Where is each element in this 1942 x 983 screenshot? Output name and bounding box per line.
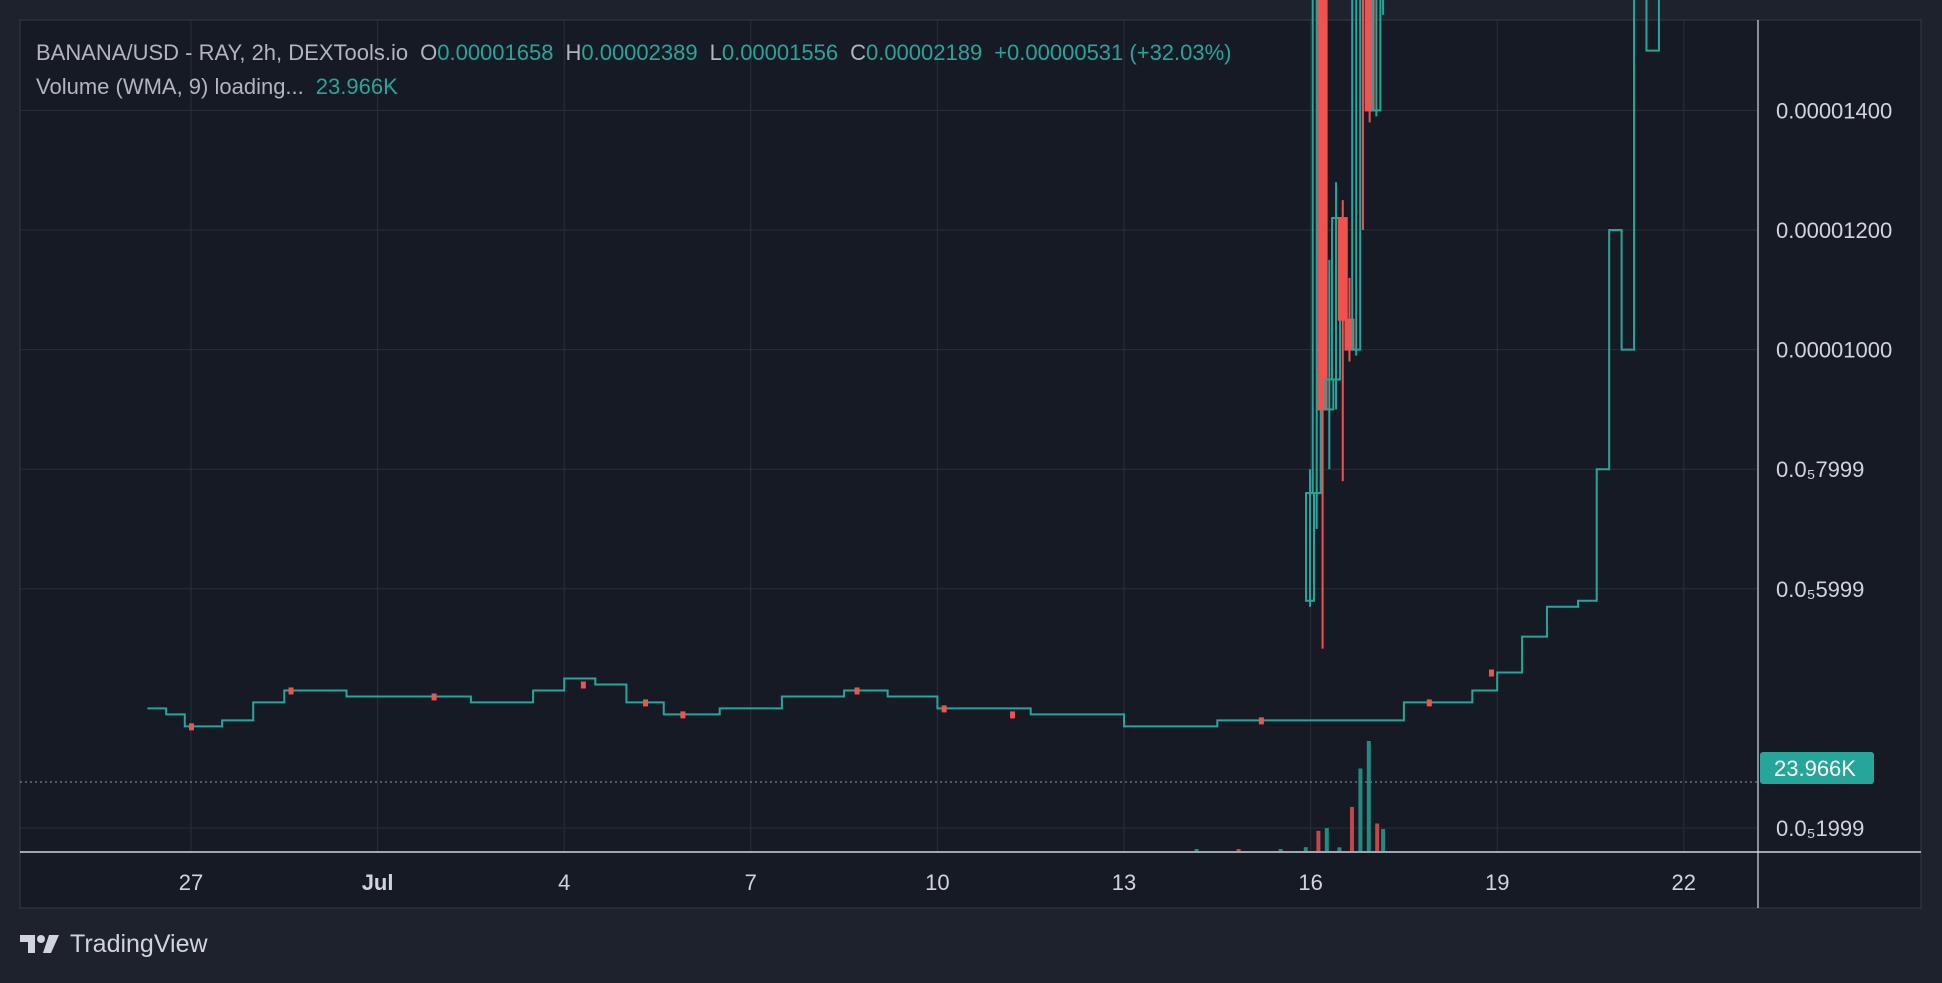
down-candle-small: [1488, 669, 1494, 677]
open-label: O: [420, 40, 438, 65]
volume-legend: Volume (WMA, 9) loading... 23.966K: [36, 70, 1232, 104]
down-candle-small: [1010, 711, 1016, 719]
candle-body: [1317, 0, 1328, 411]
price-axis-label: 0.0₅5999: [1776, 577, 1864, 602]
time-axis-label: 19: [1485, 870, 1509, 895]
tradingview-brand[interactable]: TradingView: [20, 926, 208, 962]
time-axis-label: 27: [179, 870, 203, 895]
chart-pane: [20, 20, 1921, 908]
time-axis-label: Jul: [362, 870, 394, 895]
change-value: +0.00000531 (+32.03%): [994, 40, 1232, 65]
down-candle-small: [941, 705, 947, 713]
close-label: C: [850, 40, 866, 65]
volume-bar: [1316, 830, 1321, 851]
down-candle-small: [580, 681, 586, 689]
volume-label: Volume (WMA, 9) loading...: [36, 74, 304, 99]
low-value: 0.00001556: [721, 40, 839, 65]
time-axis-label: 13: [1112, 870, 1136, 895]
time-axis-label: 16: [1298, 870, 1322, 895]
time-axis-label: 4: [558, 870, 570, 895]
symbol-label: BANANA/USD - RAY, 2h, DEXTools.io: [36, 40, 409, 65]
time-axis-label: 10: [925, 870, 949, 895]
volume-badge-label: 23.966K: [1774, 756, 1856, 781]
time-axis-label: 22: [1672, 870, 1696, 895]
volume-bar: [1236, 849, 1241, 851]
close-value: 0.00002189: [865, 40, 983, 65]
down-candle-small: [1258, 717, 1264, 725]
volume-bar: [1337, 847, 1342, 851]
down-candle-small: [643, 699, 649, 707]
brand-label: TradingView: [70, 929, 208, 958]
ohlc-legend: BANANA/USD - RAY, 2h, DEXTools.io O0.0000…: [36, 36, 1232, 70]
volume-bar: [1375, 823, 1380, 851]
down-candle-small: [288, 687, 294, 695]
price-axis-label: 0.0₅1999: [1776, 816, 1864, 841]
volume-bar: [1194, 849, 1199, 851]
down-candle-small: [189, 723, 194, 731]
volume-bar: [1358, 768, 1363, 851]
chart-container[interactable]: 0.000028000.000026000.000024000.00002000…: [0, 0, 1942, 978]
volume-bar: [1303, 847, 1308, 851]
candle-body: [1337, 217, 1348, 321]
volume-bar: [1350, 807, 1354, 851]
volume-value: 23.966K: [315, 74, 398, 99]
open-value: 0.00001658: [437, 40, 554, 65]
down-candle-small: [854, 687, 860, 695]
volume-bar: [1366, 741, 1371, 851]
price-axis-label: 0.00001000: [1776, 338, 1892, 363]
low-label: L: [709, 40, 722, 65]
price-axis-label: 0.00001600: [1776, 0, 1892, 4]
tradingview-logo-icon: [20, 935, 59, 953]
down-candle-small: [680, 711, 686, 719]
high-value: 0.00002389: [581, 40, 698, 65]
price-chart[interactable]: 0.000028000.000026000.000024000.00002000…: [0, 0, 1942, 978]
volume-bar: [1381, 829, 1386, 851]
high-label: H: [565, 40, 582, 65]
down-candle-small: [1426, 699, 1432, 707]
price-axis-label: 0.00001200: [1776, 218, 1892, 243]
down-candle-small: [431, 693, 437, 701]
volume-bar: [1324, 828, 1329, 851]
chart-legend: BANANA/USD - RAY, 2h, DEXTools.io O0.0000…: [36, 36, 1232, 104]
time-axis-label: 7: [745, 870, 757, 895]
price-axis-label: 0.0₅7999: [1776, 457, 1864, 482]
price-axis-label: 0.00001400: [1776, 98, 1892, 123]
volume-bar: [1278, 848, 1283, 851]
